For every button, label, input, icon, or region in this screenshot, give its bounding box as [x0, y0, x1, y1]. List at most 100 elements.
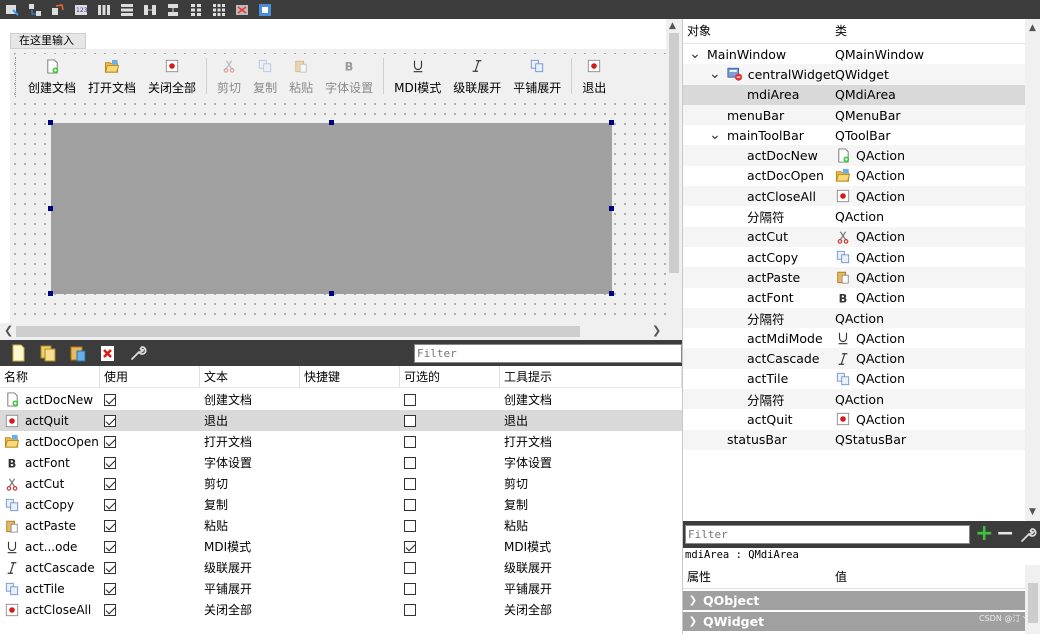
scroll-down-arrow-icon[interactable]: ▼ [1029, 507, 1036, 517]
toolbar-button[interactable]: 关闭全部 [142, 54, 202, 98]
break-layout-icon[interactable] [234, 3, 250, 17]
chevron-down-icon[interactable]: ⌄ [689, 47, 701, 61]
resize-handle[interactable] [48, 291, 53, 296]
checkable-checkbox[interactable] [404, 435, 416, 448]
action-row[interactable]: actQuit 退出 退出 [0, 410, 682, 431]
edit-tab-order-icon[interactable]: 123 [73, 3, 89, 17]
form-canvas[interactable]: 创建文档 打开文档 关闭全部 剪切 复制 粘贴 B 字体设置 MDI模式 级联展开 平铺展开 退出 [10, 49, 666, 326]
checkable-checkbox[interactable] [404, 582, 416, 595]
form-vertical-scrollbar[interactable]: ▲ [666, 19, 682, 340]
resize-handle[interactable] [48, 205, 53, 211]
scroll-up-arrow-icon[interactable]: ▲ [669, 21, 676, 31]
scroll-left-arrow-icon[interactable]: ❮ [4, 324, 13, 337]
chevron-down-icon[interactable]: ⌄ [709, 67, 721, 81]
scrollbar-thumb[interactable] [1028, 583, 1038, 623]
delete-action-icon[interactable] [98, 343, 118, 363]
remove-dynamic-property-icon[interactable]: − [996, 523, 1014, 545]
action-row[interactable]: actCut 剪切 剪切 [0, 473, 682, 494]
used-checkbox[interactable] [104, 393, 116, 406]
configure-wrench-icon[interactable] [1019, 526, 1037, 547]
resize-handle[interactable] [609, 120, 614, 125]
resize-handle[interactable] [328, 120, 334, 125]
mdi-area-widget[interactable] [48, 120, 614, 296]
object-tree-row[interactable]: ⌄ MainWindow QMainWindow [683, 44, 1025, 64]
toolbar-button[interactable]: 退出 [576, 54, 612, 98]
column-header-property[interactable]: 属性 [683, 565, 831, 588]
edit-signals-icon[interactable] [27, 3, 43, 17]
column-header-value[interactable]: 值 [831, 565, 1025, 588]
object-tree-row[interactable]: actTile QAction [683, 369, 1025, 389]
column-header[interactable]: 快捷键 [300, 366, 400, 387]
layout-v-splitter-icon[interactable] [165, 3, 181, 17]
scroll-up-arrow-icon[interactable]: ▲ [1029, 23, 1036, 33]
layout-horizontal-icon[interactable] [96, 3, 112, 17]
used-checkbox[interactable] [104, 603, 116, 616]
column-header-class[interactable]: 类 [831, 19, 1025, 43]
edit-widgets-icon[interactable] [4, 3, 20, 17]
checkable-checkbox[interactable] [404, 477, 416, 490]
adjust-size-icon[interactable] [257, 3, 273, 17]
checkable-checkbox[interactable] [404, 393, 416, 406]
action-row[interactable]: actCopy 复制 复制 [0, 494, 682, 515]
new-action-icon[interactable] [8, 343, 28, 363]
object-tree-row[interactable]: 分隔符 QAction [683, 389, 1025, 410]
object-tree-row[interactable]: actDocNew QAction [683, 145, 1025, 166]
object-tree-row[interactable]: actCut QAction [683, 226, 1025, 247]
checkable-checkbox[interactable] [404, 561, 416, 574]
toolbar-button[interactable]: 打开文档 [82, 54, 142, 98]
resize-handle[interactable] [609, 205, 614, 211]
checkable-checkbox[interactable] [404, 414, 416, 427]
column-header-object[interactable]: 对象 [683, 19, 831, 43]
toolbar-button[interactable]: 剪切 [211, 54, 247, 98]
property-filter-input[interactable] [685, 525, 970, 544]
column-header[interactable]: 文本 [200, 366, 300, 387]
used-checkbox[interactable] [104, 414, 116, 427]
used-checkbox[interactable] [104, 582, 116, 595]
checkable-checkbox[interactable] [404, 498, 416, 511]
form-horizontal-scrollbar[interactable]: ❮ ❯ [0, 323, 666, 340]
layout-form-icon[interactable] [188, 3, 204, 17]
resize-handle[interactable] [48, 120, 53, 125]
paste-action-icon[interactable] [68, 343, 88, 363]
object-tree-row[interactable]: menuBar QMenuBar [683, 104, 1025, 126]
toolbar-button[interactable]: 复制 [247, 54, 283, 98]
property-group-qobject[interactable]: ❯ QObject [683, 591, 1025, 610]
action-row[interactable]: actTile 平铺展开 平铺展开 [0, 578, 682, 599]
checkable-checkbox[interactable] [404, 540, 416, 553]
action-row[interactable]: actDocOpen 打开文档 打开文档 [0, 431, 682, 452]
layout-h-splitter-icon[interactable] [142, 3, 158, 17]
object-tree-row[interactable]: actPaste QAction [683, 267, 1025, 288]
object-tree-row[interactable]: ⌄ mainToolBar QToolBar [683, 125, 1025, 145]
resize-handle[interactable] [609, 291, 614, 296]
used-checkbox[interactable] [104, 498, 116, 511]
checkable-checkbox[interactable] [404, 603, 416, 616]
column-header[interactable]: 工具提示 [500, 366, 682, 387]
object-tree-row[interactable]: actDocOpen QAction [683, 166, 1025, 186]
scrollbar-thumb[interactable] [16, 326, 580, 337]
object-tree-row[interactable]: actQuit QAction [683, 409, 1025, 429]
toolbar-button[interactable]: 粘贴 [283, 54, 319, 98]
resize-handle[interactable] [328, 291, 334, 296]
used-checkbox[interactable] [104, 519, 116, 532]
object-tree-row[interactable]: actCopy QAction [683, 247, 1025, 267]
layout-grid-icon[interactable] [211, 3, 227, 17]
used-checkbox[interactable] [104, 561, 116, 574]
action-row[interactable]: actPaste 粘贴 粘贴 [0, 515, 682, 536]
action-row[interactable]: act...ode MDI模式 MDI模式 [0, 536, 682, 557]
action-row[interactable]: actCascade 级联展开 级联展开 [0, 557, 682, 578]
action-row[interactable]: BactFont 字体设置 字体设置 [0, 452, 682, 473]
toolbar-grip[interactable] [15, 57, 18, 97]
action-row[interactable]: actCloseAll 关闭全部 关闭全部 [0, 599, 682, 620]
checkable-checkbox[interactable] [404, 519, 416, 532]
object-tree-row[interactable]: actMdiMode QAction [683, 328, 1025, 348]
edit-buddies-icon[interactable] [50, 3, 66, 17]
scrollbar-thumb[interactable] [669, 33, 679, 273]
scroll-right-arrow-icon[interactable]: ❯ [652, 324, 661, 337]
object-tree-row[interactable]: statusBar QStatusBar [683, 429, 1025, 450]
add-dynamic-property-icon[interactable]: + [975, 523, 993, 545]
menu-type-here-placeholder[interactable]: 在这里输入 [10, 33, 86, 49]
object-tree-row[interactable]: mdiArea QMdiArea [683, 84, 1025, 105]
object-tree-row[interactable]: actFont B QAction [683, 288, 1025, 308]
used-checkbox[interactable] [104, 456, 116, 469]
action-filter-input[interactable] [414, 344, 682, 363]
